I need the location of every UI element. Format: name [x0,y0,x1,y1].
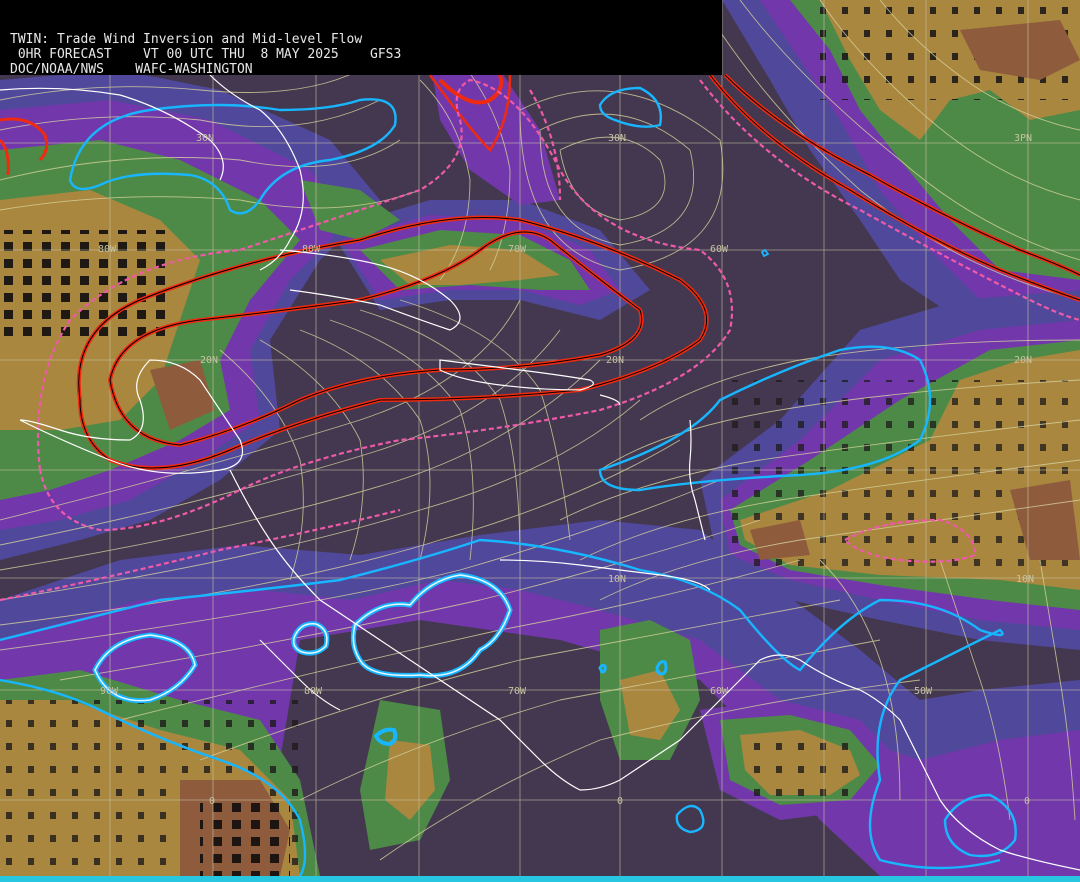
label-lat-30n-b: 30N [608,133,626,144]
label-lat-10n-a: 10N [608,574,626,585]
shade-w-dots [0,230,170,340]
label-lat-20n-c: 20N [1014,355,1032,366]
label-eq-c: 0 [1024,796,1030,807]
label-eq-b: 0 [617,796,623,807]
title-line-2: 0HR FORECAST VT 00 UTC THU 8 MAY 2025 GF… [10,47,402,62]
label-lon-90w: 90W [100,686,119,697]
shade-sw-bigdots [200,800,290,876]
label-lat-30n-a: 30N [196,133,214,144]
label-lon-50w: 50W [914,686,933,697]
label-lat-20n-b: 20N [606,355,624,366]
label-lon-60w-a: 60W [710,244,729,255]
label-lon-60w-b: 60W [710,686,729,697]
label-lon-80w-c: 80W [304,686,323,697]
label-lon-80w-b: 80W [302,244,321,255]
title-block: TWIN: Trade Wind Inversion and Mid-level… [0,0,722,77]
title-line-1: TWIN: Trade Wind Inversion and Mid-level… [10,32,363,47]
label-eq-a: 0 [209,796,215,807]
shade-sa-dots [740,730,860,800]
label-lat-30n-c: 3PN [1014,133,1032,144]
bottom-border-strip [0,876,1080,882]
forecast-map-canvas: 30N 30N 3PN 80W 80W 70W 60W 20N 20N 20N … [0,0,1080,882]
twin-map: 30N 30N 3PN 80W 80W 70W 60W 20N 20N 20N … [0,0,1080,882]
label-lat-20n-a: 20N [200,355,218,366]
label-lon-70w-a: 70W [508,244,527,255]
label-lat-10n-b: 10N [1016,574,1034,585]
label-lon-80w-a: 80W [98,244,117,255]
label-lon-70w-b: 70W [508,686,527,697]
title-line-3: DOC/NOAA/NWS WAFC-WASHINGTON [10,62,253,77]
